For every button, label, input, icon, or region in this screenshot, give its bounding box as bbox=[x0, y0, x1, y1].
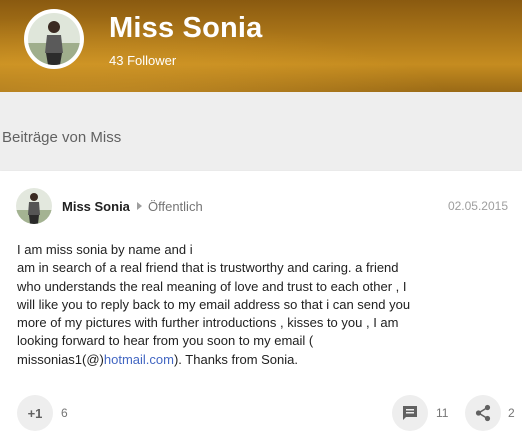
post-author[interactable]: Miss Sonia bbox=[62, 199, 130, 214]
post-line: am in search of a real friend that is tr… bbox=[17, 260, 399, 276]
comment-icon bbox=[403, 406, 417, 420]
profile-photo-icon bbox=[28, 13, 80, 65]
share-button[interactable] bbox=[465, 395, 501, 431]
share-count: 2 bbox=[508, 406, 515, 420]
post-line: will like you to reply back to my email … bbox=[17, 296, 411, 312]
post-card: Miss Sonia Öffentlich 02.05.2015 I am mi… bbox=[0, 171, 522, 439]
follower-count[interactable]: 43 Follower bbox=[109, 53, 176, 68]
plusone-button[interactable]: +1 bbox=[17, 395, 53, 431]
author-photo-icon bbox=[16, 188, 52, 224]
post-line: I am miss sonia by name and i bbox=[17, 242, 193, 257]
comment-button[interactable] bbox=[392, 395, 428, 431]
post-line: who understands the real meaning of love… bbox=[17, 278, 407, 294]
email-prefix: missonias1(@) bbox=[17, 351, 104, 367]
post-visibility[interactable]: Öffentlich bbox=[148, 199, 203, 214]
post-text: I am miss sonia by name and i am in sear… bbox=[17, 241, 437, 369]
profile-name: Miss Sonia bbox=[109, 12, 263, 44]
post-closing: ). Thanks from Sonia. bbox=[173, 351, 299, 367]
section-title: Beiträge von Miss bbox=[2, 129, 122, 146]
profile-avatar[interactable] bbox=[24, 9, 84, 69]
comment-count: 11 bbox=[436, 406, 449, 420]
post-line: more of my pictures with further introdu… bbox=[17, 315, 399, 331]
author-avatar[interactable] bbox=[16, 188, 52, 224]
post-line-last: missonias1(@)hotmail.com). Thanks from S… bbox=[17, 351, 437, 369]
post-line: looking forward to hear from you soon to… bbox=[17, 333, 314, 349]
plusone-count: 6 bbox=[61, 406, 68, 420]
email-link[interactable]: hotmail.com bbox=[104, 352, 174, 367]
caret-right-icon bbox=[137, 202, 142, 210]
post-date[interactable]: 02.05.2015 bbox=[448, 199, 508, 213]
plusone-label: +1 bbox=[27, 405, 43, 421]
share-icon bbox=[475, 404, 491, 422]
